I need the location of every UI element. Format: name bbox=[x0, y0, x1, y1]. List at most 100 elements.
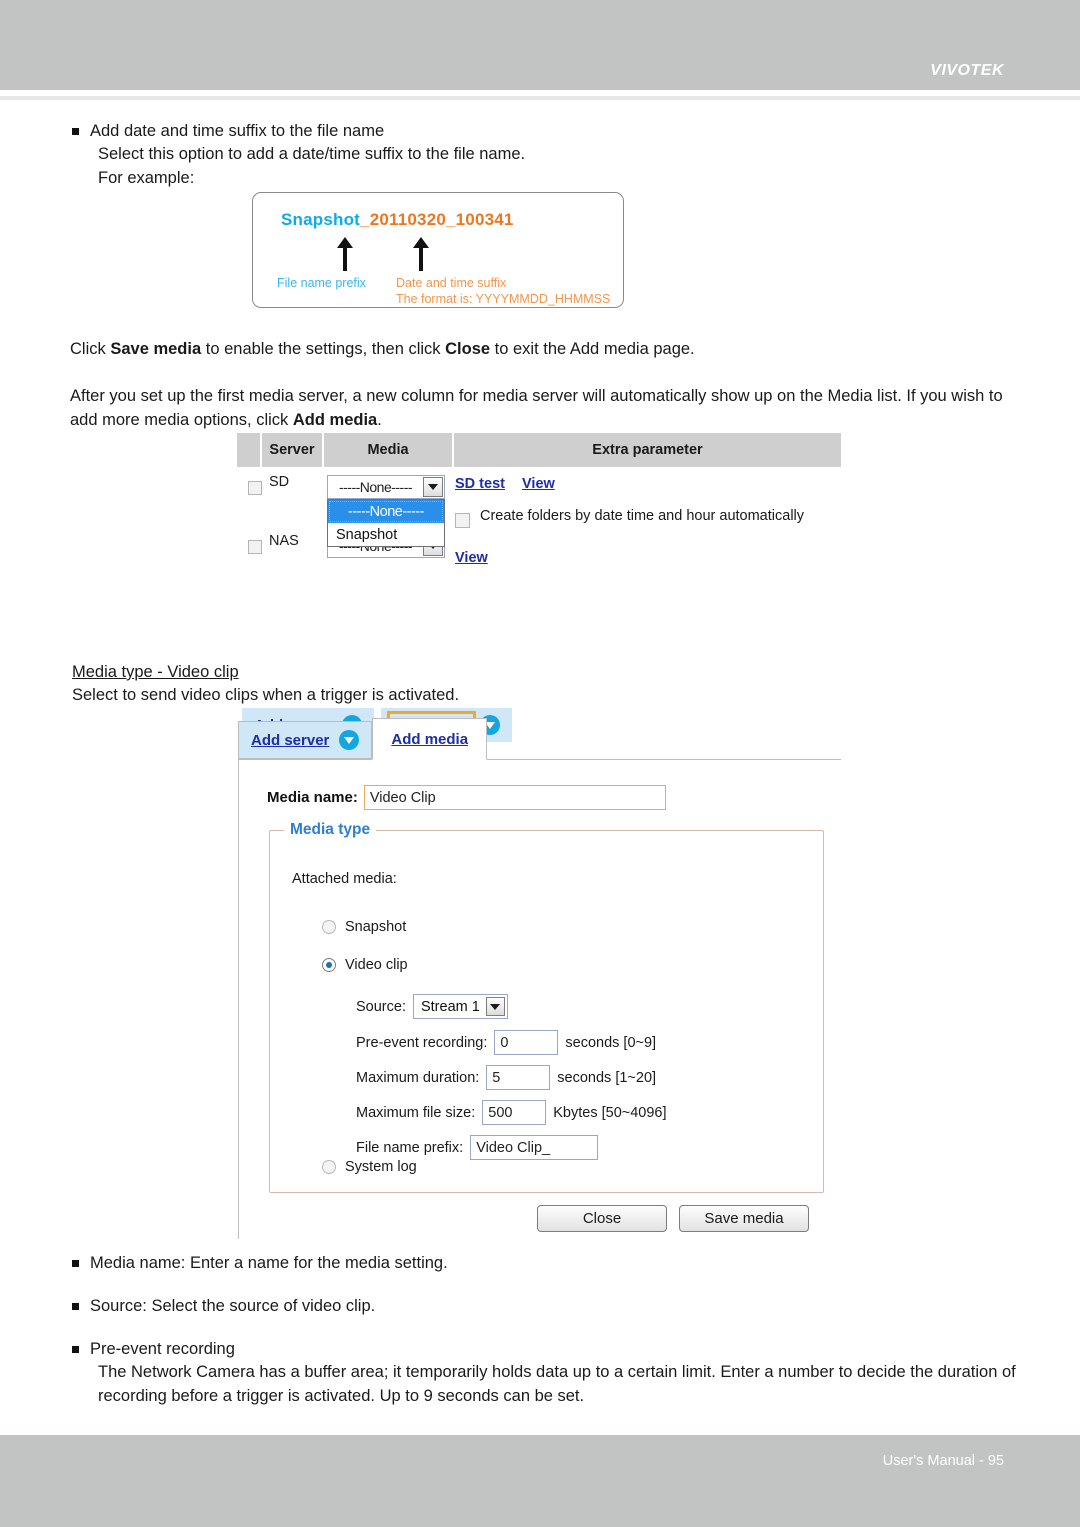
media-dropdown-open-list[interactable]: -----None----- Snapshot bbox=[327, 499, 445, 547]
label-file-name-prefix: File name prefix bbox=[277, 276, 366, 290]
media-select-sd-value: -----None----- bbox=[338, 479, 413, 495]
paragraph-save-media: Click Save media to enable the settings,… bbox=[70, 338, 695, 362]
footer-page-label: User's Manual - 95 bbox=[882, 1453, 1004, 1469]
radio-row-systemlog[interactable]: System log bbox=[322, 1159, 417, 1175]
radio-systemlog[interactable] bbox=[322, 1160, 336, 1174]
max-duration-row: Maximum duration: 5 seconds [1~20] bbox=[356, 1065, 656, 1090]
column-header-server: Server bbox=[262, 433, 324, 467]
chevron-down-icon[interactable] bbox=[485, 997, 505, 1016]
label-format: The format is: YYYYMMDD_HHMMSS bbox=[396, 292, 611, 306]
close-button[interactable]: Close bbox=[537, 1205, 667, 1232]
source-label: Source: bbox=[356, 998, 406, 1015]
note-source: Source: Select the source of video clip. bbox=[70, 1295, 375, 1318]
row-label-sd: SD bbox=[269, 474, 290, 490]
label-date-time-suffix: Date and time suffix bbox=[396, 276, 507, 290]
max-duration-input[interactable]: 5 bbox=[486, 1065, 551, 1090]
p2-add-media: Add media bbox=[292, 410, 378, 429]
dialog-buttons: Close Save media bbox=[537, 1205, 809, 1232]
column-header-select bbox=[237, 433, 262, 467]
note-media-name-text: Media name: Enter a name for the media s… bbox=[70, 1252, 448, 1275]
page-header: VIVOTEK bbox=[0, 0, 1080, 90]
view-link-nas[interactable]: View bbox=[455, 550, 488, 566]
table-body: SD -----None----- -----None----- Snapsho… bbox=[237, 468, 841, 576]
header-divider bbox=[0, 96, 1080, 100]
pre-event-unit: seconds [0~9] bbox=[565, 1034, 657, 1051]
max-filesize-unit: Kbytes [50~4096] bbox=[553, 1104, 667, 1121]
file-prefix-input[interactable]: Video Clip_ bbox=[470, 1135, 599, 1160]
pre-event-row: Pre-event recording: 0 seconds [0~9] bbox=[356, 1030, 656, 1055]
row-checkbox-nas[interactable] bbox=[248, 540, 262, 554]
section-heading-videoclip: Media type - Video clip bbox=[72, 663, 239, 682]
max-filesize-row: Maximum file size: 500 Kbytes [50~4096] bbox=[356, 1100, 667, 1125]
p2-part-c: . bbox=[377, 410, 382, 429]
media-type-legend: Media type bbox=[290, 821, 371, 838]
media-select-sd[interactable]: -----None----- bbox=[327, 475, 445, 499]
snapshot-filename: Snapshot_20110320_100341 bbox=[281, 210, 514, 230]
page-footer: User's Manual - 95 bbox=[0, 1435, 1080, 1527]
p2-part-a: After you set up the first media server,… bbox=[70, 387, 1003, 429]
attached-media-label: Attached media: bbox=[292, 871, 397, 887]
section-heading-videoclip-text: Media type - Video clip bbox=[72, 663, 239, 681]
radio-snapshot-label: Snapshot bbox=[345, 919, 407, 935]
chevron-down-circle-icon bbox=[339, 730, 360, 750]
p1-close: Close bbox=[445, 340, 491, 358]
max-duration-unit: seconds [1~20] bbox=[557, 1069, 657, 1086]
column-header-media: Media bbox=[324, 433, 454, 467]
chevron-down-icon[interactable] bbox=[423, 477, 443, 497]
pre-event-label: Pre-event recording: bbox=[356, 1034, 488, 1051]
media-type-fieldset: Media type Attached media: Snapshot Vide… bbox=[269, 821, 824, 1193]
tab-add-server-label: Add server bbox=[251, 731, 330, 749]
radio-snapshot[interactable] bbox=[322, 920, 336, 934]
paragraph-media-server: After you set up the first media server,… bbox=[70, 385, 1022, 433]
arrow-up-icon-suffix bbox=[413, 237, 429, 271]
add-media-panel: Media name: Video Clip Media type Attach… bbox=[238, 759, 841, 1239]
arrow-up-icon-prefix bbox=[337, 237, 353, 271]
section-videoclip-description: Select to send video clips when a trigge… bbox=[72, 686, 460, 704]
radio-videoclip-label: Video clip bbox=[345, 957, 408, 973]
media-list-table: Server Media Extra parameter SD -----Non… bbox=[237, 433, 841, 576]
media-name-input[interactable]: Video Clip bbox=[363, 785, 666, 810]
file-prefix-row: File name prefix: Video Clip_ bbox=[356, 1135, 599, 1160]
brand-logo: VIVOTEK bbox=[930, 62, 1004, 79]
page-content: Add date and time suffix to the file nam… bbox=[0, 120, 1080, 742]
sd-test-link[interactable]: SD test bbox=[455, 476, 505, 492]
table-header-row: Server Media Extra parameter bbox=[237, 433, 841, 468]
snapshot-filename-prefix: Snapshot bbox=[281, 210, 361, 229]
save-media-button[interactable]: Save media bbox=[679, 1205, 809, 1232]
radio-row-videoclip[interactable]: Video clip bbox=[322, 957, 408, 973]
row-checkbox-sd[interactable] bbox=[248, 481, 262, 495]
source-row: Source: Stream 1 bbox=[356, 994, 508, 1019]
media-name-row: Media name: Video Clip bbox=[267, 785, 666, 810]
radio-systemlog-label: System log bbox=[345, 1159, 417, 1175]
dropdown-option-snapshot[interactable]: Snapshot bbox=[328, 523, 444, 546]
create-folders-label: Create folders by date time and hour aut… bbox=[480, 508, 805, 524]
note-source-text: Source: Select the source of video clip. bbox=[70, 1295, 375, 1318]
view-link-sd[interactable]: View bbox=[522, 476, 555, 492]
max-duration-label: Maximum duration: bbox=[356, 1069, 480, 1086]
p1-save-media: Save media bbox=[110, 340, 202, 358]
p1-part-c: to enable the settings, then click bbox=[201, 340, 446, 358]
note-line-2: For example: bbox=[98, 168, 195, 187]
note-media-name: Media name: Enter a name for the media s… bbox=[70, 1252, 448, 1275]
pre-event-input[interactable]: 0 bbox=[494, 1030, 559, 1055]
tab-add-media[interactable]: Add media bbox=[372, 718, 488, 760]
note-pre-event-heading: Pre-event recording bbox=[70, 1338, 1022, 1361]
source-select-value: Stream 1 bbox=[420, 998, 480, 1015]
max-filesize-label: Maximum file size: bbox=[356, 1104, 476, 1121]
radio-row-snapshot[interactable]: Snapshot bbox=[322, 919, 406, 935]
column-header-extra-parameter: Extra parameter bbox=[454, 433, 841, 467]
source-select[interactable]: Stream 1 bbox=[412, 994, 508, 1019]
dropdown-option-none[interactable]: -----None----- bbox=[328, 500, 444, 523]
file-prefix-label: File name prefix: bbox=[356, 1139, 464, 1156]
note-heading: Add date and time suffix to the file nam… bbox=[70, 120, 1080, 143]
tab-add-server[interactable]: Add server bbox=[238, 721, 373, 759]
max-filesize-input[interactable]: 500 bbox=[482, 1100, 547, 1125]
p1-part-a: Click bbox=[70, 340, 111, 358]
snapshot-filename-suffix: _20110320_100341 bbox=[360, 210, 514, 229]
radio-videoclip[interactable] bbox=[322, 958, 336, 972]
dialog-tab-row: Add server Add media bbox=[238, 718, 841, 760]
row-label-nas: NAS bbox=[269, 533, 299, 549]
tab-add-media-label: Add media bbox=[391, 730, 469, 748]
create-folders-checkbox[interactable] bbox=[455, 513, 470, 528]
media-name-label: Media name: bbox=[267, 789, 358, 806]
